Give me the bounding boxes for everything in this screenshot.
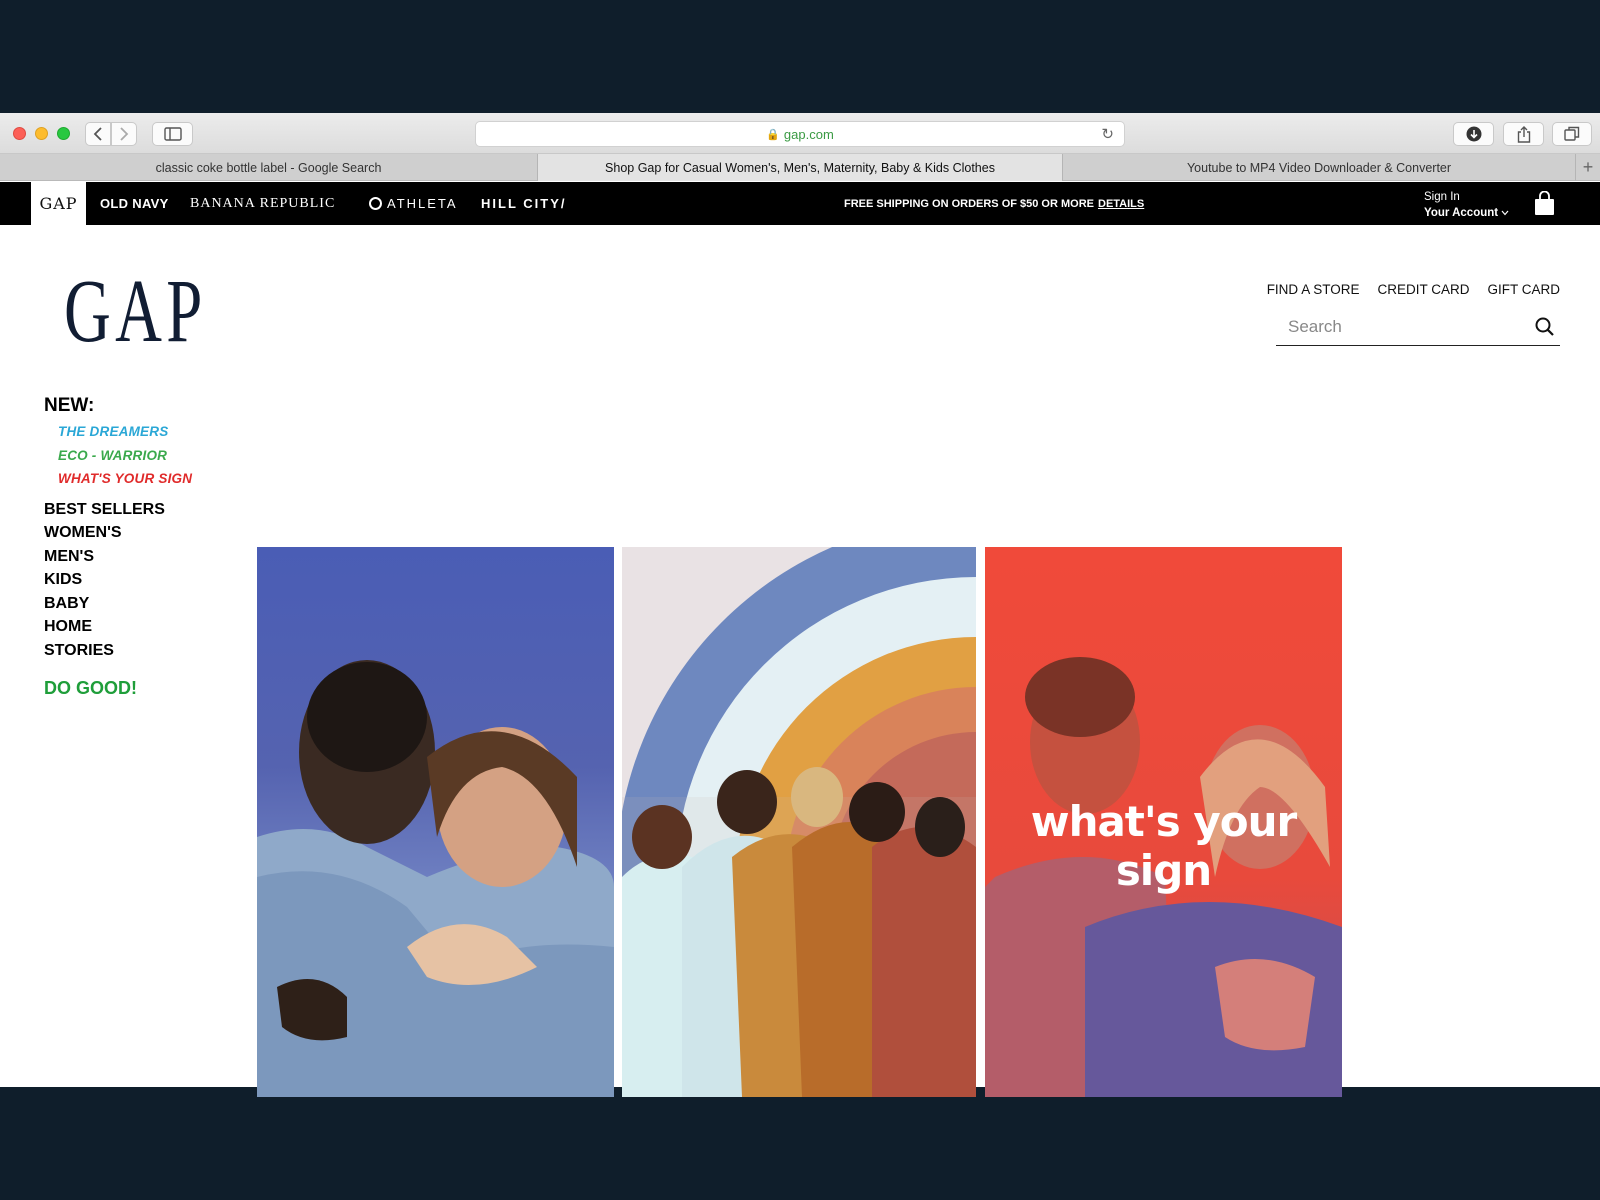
show-tabs-button[interactable] bbox=[1552, 122, 1592, 146]
nav-do-good[interactable]: DO GOOD! bbox=[44, 678, 192, 699]
brand-bar: GAP OLD NAVY BANANA REPUBLIC ATHLETA HIL… bbox=[0, 182, 1600, 225]
your-account-label: Your Account bbox=[1424, 207, 1499, 219]
close-window-button[interactable] bbox=[13, 127, 26, 140]
back-button[interactable] bbox=[85, 122, 111, 146]
hero-panel-eco-warrior[interactable] bbox=[622, 547, 976, 1097]
hero-panel-whats-your-sign[interactable]: what's your sign bbox=[985, 547, 1342, 1097]
shopping-bag-icon[interactable] bbox=[1532, 191, 1557, 216]
nav-best-sellers[interactable]: BEST SELLERS bbox=[44, 498, 192, 522]
brand-hill-city-link[interactable]: HILL CITY/ bbox=[481, 182, 566, 225]
tab-google-search[interactable]: classic coke bottle label - Google Searc… bbox=[0, 154, 538, 181]
nav-the-dreamers[interactable]: THE DREAMERS bbox=[58, 420, 192, 444]
brand-gap-tab[interactable]: GAP bbox=[31, 182, 86, 225]
utility-links: FIND A STORE CREDIT CARD GIFT CARD bbox=[1267, 282, 1560, 297]
sidebar-toggle-button[interactable] bbox=[152, 122, 193, 146]
lock-icon: 🔒 bbox=[766, 128, 780, 141]
nav-baby[interactable]: BABY bbox=[44, 592, 192, 616]
whats-your-sign-headline: what's your sign bbox=[1030, 797, 1297, 895]
tab-label: Shop Gap for Casual Women's, Men's, Mate… bbox=[605, 160, 995, 175]
rainbow-group-image bbox=[622, 547, 976, 1097]
tab-label: Youtube to MP4 Video Downloader & Conver… bbox=[1186, 160, 1452, 175]
search-icon[interactable] bbox=[1534, 316, 1556, 338]
chevron-down-icon bbox=[1501, 210, 1509, 216]
new-heading: NEW: bbox=[44, 395, 95, 416]
nav-stories[interactable]: STORIES bbox=[44, 639, 192, 663]
sidebar-icon bbox=[163, 127, 182, 141]
tab-gap-active[interactable]: Shop Gap for Casual Women's, Men's, Mate… bbox=[538, 154, 1063, 181]
browser-window: 🔒 gap.com ↻ classic coke bottle label - … bbox=[0, 113, 1600, 1097]
address-bar[interactable]: 🔒 gap.com ↻ bbox=[475, 121, 1125, 147]
minimize-window-button[interactable] bbox=[35, 127, 48, 140]
download-icon bbox=[1466, 126, 1481, 142]
tab-label: classic coke bottle label - Google Searc… bbox=[155, 160, 382, 175]
denim-models-image bbox=[257, 660, 614, 1097]
shipping-promo: FREE SHIPPING ON ORDERS OF $50 OR MORE D… bbox=[844, 182, 1144, 225]
find-a-store-link[interactable]: FIND A STORE bbox=[1267, 282, 1360, 297]
browser-toolbar: 🔒 gap.com ↻ bbox=[0, 113, 1600, 154]
nav-kids[interactable]: KIDS bbox=[44, 568, 192, 592]
gift-card-link[interactable]: GIFT CARD bbox=[1487, 282, 1560, 297]
athleta-logo-icon bbox=[369, 197, 382, 210]
nav-home[interactable]: HOME bbox=[44, 615, 192, 639]
nav-whats-your-sign[interactable]: WHAT'S YOUR SIGN bbox=[58, 467, 192, 491]
share-button[interactable] bbox=[1503, 122, 1544, 146]
shipping-details-link[interactable]: DETAILS bbox=[1098, 198, 1144, 210]
forward-button[interactable] bbox=[111, 122, 137, 146]
new-tab-button[interactable]: + bbox=[1576, 154, 1600, 181]
your-account-dropdown[interactable]: Your Account bbox=[1424, 205, 1509, 221]
share-icon bbox=[1517, 125, 1530, 143]
gap-logo[interactable]: GAP bbox=[64, 267, 207, 357]
nav-eco-warrior[interactable]: ECO - WARRIOR bbox=[58, 444, 192, 468]
tab-bar: classic coke bottle label - Google Searc… bbox=[0, 154, 1600, 181]
brand-old-navy-link[interactable]: OLD NAVY bbox=[100, 182, 169, 225]
credit-card-link[interactable]: CREDIT CARD bbox=[1377, 282, 1469, 297]
nav-womens[interactable]: WOMEN'S bbox=[44, 521, 192, 545]
category-nav: NEW: THE DREAMERS ECO - WARRIOR WHAT'S Y… bbox=[44, 395, 192, 699]
athleta-label: ATHLETA bbox=[387, 196, 458, 211]
brand-athleta-link[interactable]: ATHLETA bbox=[369, 182, 458, 225]
downloads-button[interactable] bbox=[1453, 122, 1494, 146]
tab-youtube-converter[interactable]: Youtube to MP4 Video Downloader & Conver… bbox=[1063, 154, 1576, 181]
sign-in-link[interactable]: Sign In bbox=[1424, 189, 1509, 205]
hero-panel-dreamers[interactable] bbox=[257, 547, 614, 1097]
search-box bbox=[1276, 309, 1560, 346]
shipping-text: FREE SHIPPING ON ORDERS OF $50 OR MORE bbox=[844, 197, 1094, 210]
chevron-right-icon bbox=[120, 127, 129, 141]
page-content: GAP FIND A STORE CREDIT CARD GIFT CARD N… bbox=[0, 225, 1600, 1097]
url-text: gap.com bbox=[783, 126, 834, 142]
tabs-overview-icon bbox=[1564, 126, 1580, 141]
zoom-window-button[interactable] bbox=[57, 127, 70, 140]
reload-icon[interactable]: ↻ bbox=[1101, 125, 1114, 143]
nav-mens[interactable]: MEN'S bbox=[44, 545, 192, 569]
chevron-left-icon bbox=[93, 127, 102, 141]
search-input[interactable] bbox=[1276, 317, 1534, 337]
brand-banana-republic-link[interactable]: BANANA REPUBLIC bbox=[190, 182, 335, 225]
account-menu[interactable]: Sign In Your Account bbox=[1424, 189, 1509, 221]
